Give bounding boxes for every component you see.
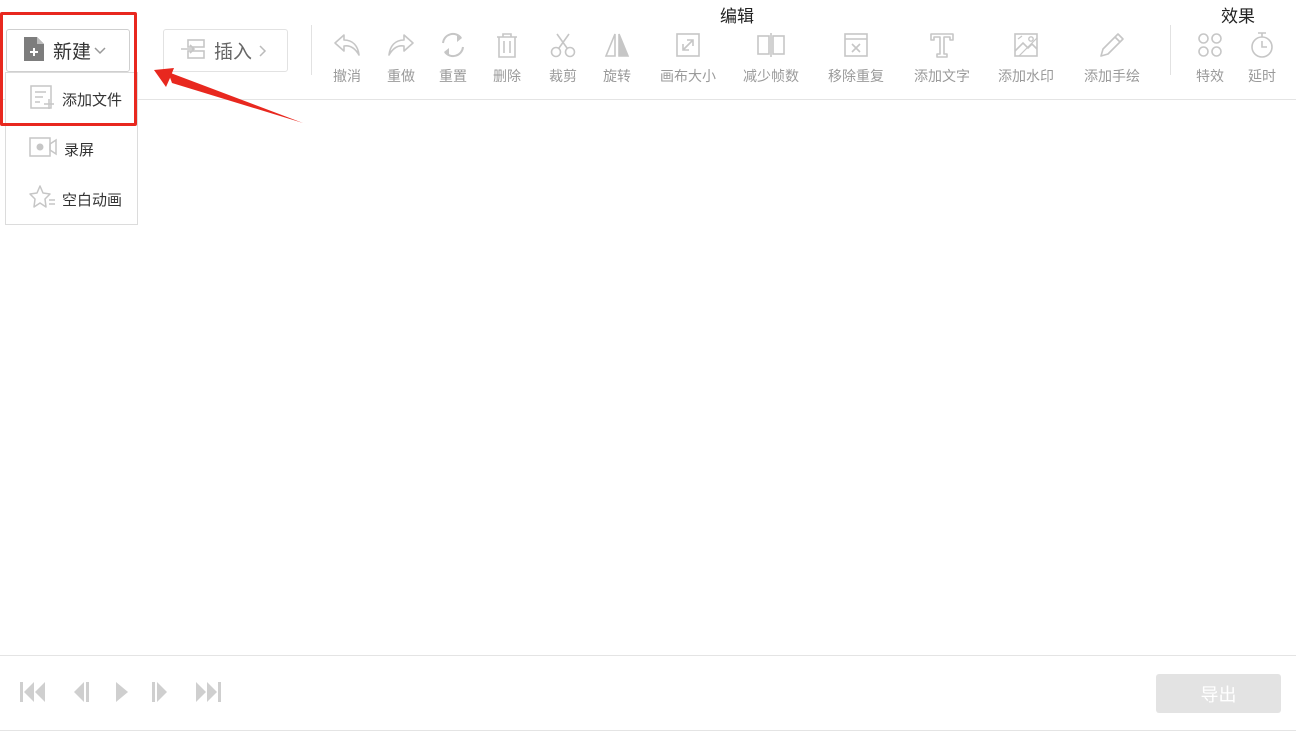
add-watermark-label: 添加水印 <box>998 69 1054 85</box>
toolbar: 编辑 效果 新建 插入 撤消 重做 重置 删除 裁剪 旋转 画布大小 减少帧数 … <box>0 0 1296 100</box>
group-label-edit: 编辑 <box>720 7 754 27</box>
canvas-size-button[interactable]: 画布大小 <box>660 30 716 86</box>
step-back-icon <box>68 680 92 708</box>
dropdown-item-label: 录屏 <box>64 140 95 159</box>
remove-frame-icon <box>841 30 871 60</box>
crop-label: 裁剪 <box>549 69 577 85</box>
step-forward-icon <box>149 680 173 708</box>
delete-button[interactable]: 删除 <box>492 30 522 86</box>
reset-button[interactable]: 重置 <box>438 30 468 86</box>
add-text-button[interactable]: 添加文字 <box>914 30 970 86</box>
insert-button-label: 插入 <box>214 41 253 63</box>
skip-last-icon <box>194 680 222 708</box>
previous-frame-button[interactable] <box>65 680 95 708</box>
new-dropdown-menu: 添加文件 录屏 空白动画 <box>5 72 138 225</box>
text-icon <box>927 30 957 60</box>
effects-label: 特效 <box>1196 69 1224 85</box>
undo-button[interactable]: 撤消 <box>332 30 362 86</box>
dropdown-item-blank-animation[interactable]: 空白动画 <box>6 177 137 221</box>
add-watermark-button[interactable]: 添加水印 <box>998 30 1054 86</box>
scissors-icon <box>548 30 578 60</box>
remove-duplicates-button[interactable]: 移除重复 <box>828 30 884 86</box>
canvas-size-label: 画布大小 <box>660 69 716 85</box>
reset-icon <box>438 30 468 60</box>
export-button[interactable]: 导出 <box>1156 674 1281 713</box>
frames-icon <box>756 30 786 60</box>
toolbar-divider <box>311 25 312 75</box>
add-file-icon <box>28 84 56 114</box>
watermark-icon <box>1011 30 1041 60</box>
skip-first-icon <box>19 680 47 708</box>
rotate-button[interactable]: 旋转 <box>602 30 632 86</box>
add-drawing-button[interactable]: 添加手绘 <box>1084 30 1140 86</box>
redo-label: 重做 <box>387 69 415 85</box>
new-file-icon <box>23 36 45 66</box>
dropdown-item-label: 空白动画 <box>62 190 123 209</box>
editing-canvas[interactable] <box>0 101 1296 655</box>
timer-icon <box>1247 30 1277 60</box>
star-icon <box>28 184 56 214</box>
rotate-label: 旋转 <box>603 69 631 85</box>
reset-label: 重置 <box>439 69 467 85</box>
new-button[interactable]: 新建 <box>6 29 130 72</box>
crop-button[interactable]: 裁剪 <box>548 30 578 86</box>
insert-button[interactable]: 插入 <box>163 29 288 72</box>
delay-button[interactable]: 延时 <box>1247 30 1277 86</box>
playback-bar: 导出 <box>0 655 1296 731</box>
dropdown-item-record-screen[interactable]: 录屏 <box>6 127 137 171</box>
skip-last-button[interactable] <box>193 680 223 708</box>
toolbar-divider <box>1170 25 1171 75</box>
group-label-effects: 效果 <box>1221 7 1255 27</box>
flip-icon <box>602 30 632 60</box>
undo-label: 撤消 <box>333 69 361 85</box>
redo-icon <box>386 30 416 60</box>
delay-label: 延时 <box>1248 69 1276 85</box>
effects-icon <box>1195 30 1225 60</box>
reduce-frames-label: 减少帧数 <box>743 69 799 85</box>
video-camera-icon <box>28 135 58 163</box>
add-text-label: 添加文字 <box>914 69 970 85</box>
effects-button[interactable]: 特效 <box>1195 30 1225 86</box>
insert-icon <box>180 37 206 65</box>
remove-duplicates-label: 移除重复 <box>828 69 884 85</box>
reduce-frames-button[interactable]: 减少帧数 <box>743 30 799 86</box>
next-frame-button[interactable] <box>146 680 176 708</box>
dropdown-item-add-file[interactable]: 添加文件 <box>6 77 137 121</box>
gif-editor-window: 编辑 效果 新建 插入 撤消 重做 重置 删除 裁剪 旋转 画布大小 减少帧数 … <box>0 0 1296 732</box>
redo-button[interactable]: 重做 <box>386 30 416 86</box>
resize-icon <box>673 30 703 60</box>
play-icon <box>111 680 131 708</box>
skip-first-button[interactable] <box>18 680 48 708</box>
trash-icon <box>492 30 522 60</box>
dropdown-item-label: 添加文件 <box>62 90 123 109</box>
add-drawing-label: 添加手绘 <box>1084 69 1140 85</box>
undo-icon <box>332 30 362 60</box>
chevron-down-icon <box>93 46 107 56</box>
delete-label: 删除 <box>493 69 521 85</box>
new-button-label: 新建 <box>53 41 92 63</box>
play-button[interactable] <box>106 680 136 708</box>
pencil-icon <box>1097 30 1127 60</box>
chevron-right-icon <box>258 44 268 58</box>
